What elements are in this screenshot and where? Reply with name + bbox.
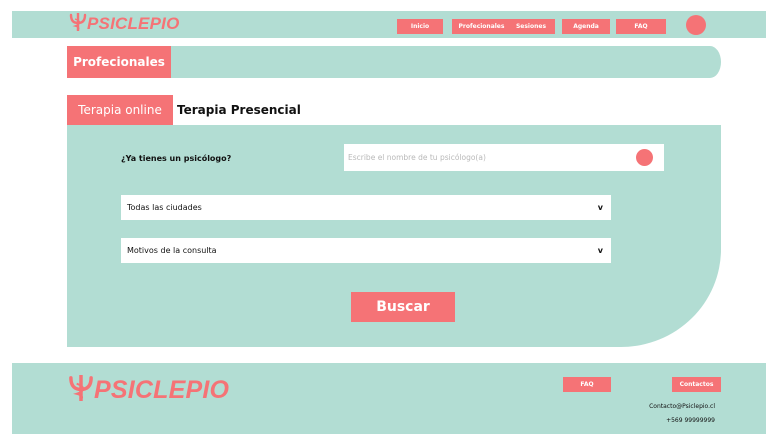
psychologist-search-input[interactable] <box>348 144 628 171</box>
footer-brand-logo[interactable]: PSICLEPIO <box>68 373 229 407</box>
caduceus-icon <box>68 373 94 407</box>
search-button[interactable]: Buscar <box>351 292 455 322</box>
chevron-down-icon: v <box>597 246 603 255</box>
footer-brand-name: PSICLEPIO <box>94 376 230 404</box>
footer-email[interactable]: Contacto@Psiclepio.cl <box>649 403 715 410</box>
city-select-value: Todas las ciudades <box>127 203 202 212</box>
reason-select[interactable]: Motivos de la consulta v <box>121 238 611 263</box>
tab-terapia-presencial[interactable]: Terapia Presencial <box>177 95 301 125</box>
footer-contacts-button[interactable]: Contactos <box>672 377 721 392</box>
footer-faq-button[interactable]: FAQ <box>563 377 611 392</box>
nav-sesiones-button[interactable]: Sesiones <box>507 19 555 34</box>
search-submit-icon[interactable] <box>636 149 653 166</box>
nav-profesionales-button[interactable]: Profecionales <box>452 19 511 34</box>
brand-logo[interactable]: PSICLEPIO <box>69 12 180 36</box>
nav-faq-button[interactable]: FAQ <box>616 19 666 34</box>
footer: PSICLEPIO FAQ Contactos Contacto@Psiclep… <box>12 363 766 434</box>
nav-agenda-button[interactable]: Agenda <box>562 19 610 34</box>
caduceus-icon <box>69 12 87 36</box>
top-navbar: PSICLEPIO Inicio Profecionales Sesiones … <box>12 11 766 38</box>
chevron-down-icon: v <box>597 203 603 212</box>
reason-select-value: Motivos de la consulta <box>127 246 217 255</box>
city-select[interactable]: Todas las ciudades v <box>121 195 611 220</box>
footer-phone: +569 99999999 <box>666 417 715 424</box>
tab-terapia-online[interactable]: Terapia online <box>67 95 173 125</box>
section-title: Profecionales <box>67 46 171 78</box>
psychologist-search-box <box>344 144 664 171</box>
brand-name: PSICLEPIO <box>87 14 180 33</box>
user-avatar[interactable] <box>686 15 706 35</box>
psychologist-question: ¿Ya tienes un psicólogo? <box>121 153 232 163</box>
nav-inicio-button[interactable]: Inicio <box>397 19 443 34</box>
